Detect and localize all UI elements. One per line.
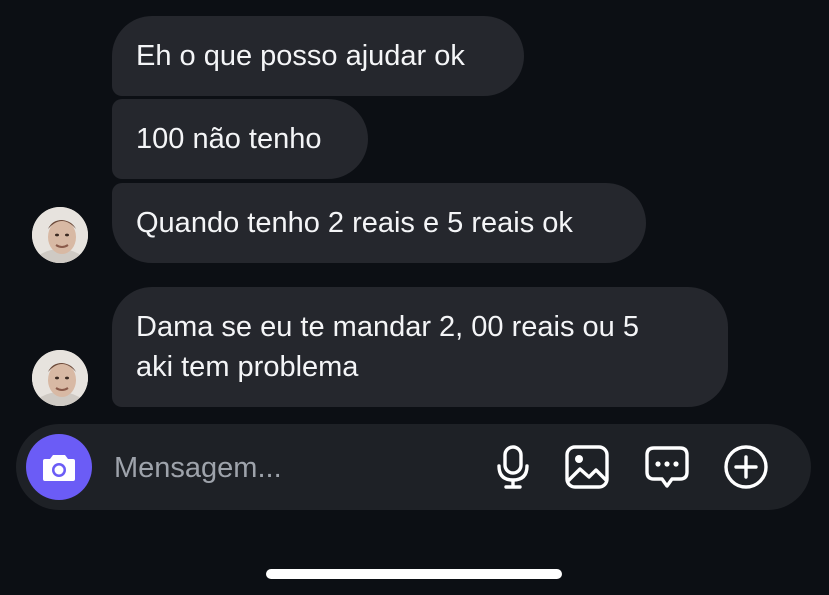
plus-circle-icon[interactable] bbox=[723, 444, 769, 490]
message-bubble[interactable]: 100 não tenho bbox=[112, 99, 368, 179]
sender-avatar[interactable] bbox=[32, 207, 88, 263]
sender-avatar[interactable] bbox=[32, 350, 88, 406]
message-bubble[interactable]: Eh o que posso ajudar ok bbox=[112, 16, 524, 96]
camera-button[interactable] bbox=[26, 434, 92, 500]
message-input[interactable] bbox=[112, 446, 476, 490]
image-gallery-icon[interactable] bbox=[564, 444, 610, 490]
message-bubble[interactable]: Quando tenho 2 reais e 5 reais ok bbox=[112, 183, 646, 263]
user-avatar-image bbox=[32, 207, 88, 263]
message-bubble[interactable]: Dama se eu te mandar 2, 00 reais ou 5 ak… bbox=[112, 287, 728, 407]
microphone-icon[interactable] bbox=[490, 444, 536, 490]
message-composer bbox=[16, 424, 811, 510]
home-indicator[interactable] bbox=[266, 569, 562, 579]
chat-bubble-icon[interactable] bbox=[644, 444, 690, 490]
user-avatar-image bbox=[32, 350, 88, 406]
camera-icon bbox=[43, 455, 75, 481]
